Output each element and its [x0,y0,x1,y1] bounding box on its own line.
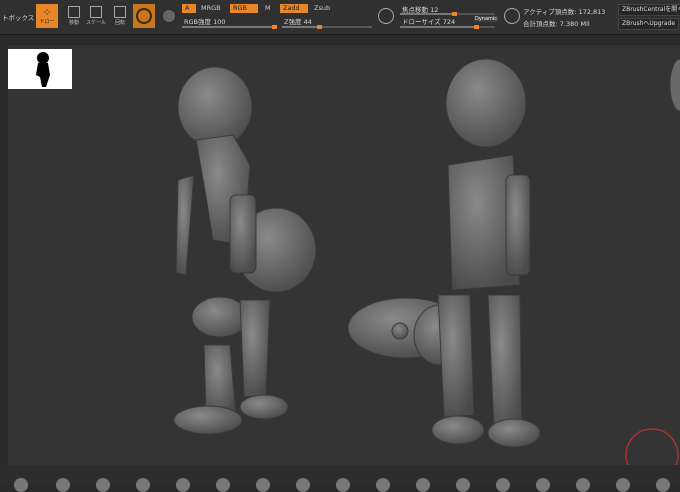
total-points: 合計頂点数: 7.380 Mil [523,20,590,28]
shelf-brush-icon[interactable] [416,478,430,492]
draw-button[interactable]: ⁘ ドロー [36,4,58,28]
shelf-brush-icon[interactable] [296,478,310,492]
shelf-brush-icon[interactable] [256,478,270,492]
zbrushcentral-button[interactable]: ZBrushCentralを開く [618,4,680,16]
stroke-button[interactable] [160,4,178,28]
rotate-button[interactable]: 回転 [110,4,130,28]
shelf-brush-icon[interactable] [56,478,70,492]
rgb-intensity-label: RGB強度 100 [184,18,226,26]
zsub-toggle[interactable]: Zsub [311,4,333,13]
draw-icon: ⁘ [42,5,52,19]
shelf-brush-icon[interactable] [96,478,110,492]
navigator-thumbnail[interactable] [8,49,72,89]
focal-icon[interactable] [378,8,394,24]
sculpt-figure-edge [669,58,680,112]
move-button[interactable]: 移動 [64,4,84,28]
rgb-toggle[interactable]: RGB [230,4,258,13]
shelf-brush-icon[interactable] [616,478,630,492]
a-toggle[interactable]: A [182,4,196,13]
z-intensity-label: Z強度 44 [284,18,312,26]
scale-icon [90,6,102,18]
sculpt-figure-right [347,58,541,448]
shelf-brush-icon[interactable] [456,478,470,492]
draw-size-label: ドローサイズ 724 [402,18,456,26]
move-icon [68,6,80,18]
rotate-icon [114,6,126,18]
shelf-brush-icon[interactable] [376,478,390,492]
mrgb-toggle[interactable]: MRGB [198,4,224,13]
draw-size-value: 724 [442,18,456,26]
viewport-canvas[interactable] [8,45,680,482]
shelf-brush-icon[interactable] [14,478,28,492]
m-toggle[interactable]: M [262,4,274,13]
active-points: アクティブ頂点数: 172,813 [523,8,606,16]
toolbox-label[interactable]: トボックス [2,12,34,22]
silhouette-icon [36,52,50,87]
z-intensity-value: 44 [303,18,312,26]
top-toolbar: トボックス ⁘ ドロー 移動 スケール 回転 A MRGB RGB M Zadd… [0,0,680,35]
zadd-toggle[interactable]: Zadd [280,4,308,13]
cursor-ring-icon [625,428,679,482]
rgb-intensity-value: 100 [213,18,226,26]
shelf-brush-icon[interactable] [496,478,510,492]
shelf-brush-icon[interactable] [536,478,550,492]
upgrade-button[interactable]: ZBrushへUpgrade [618,18,680,30]
shelf-brush-icon[interactable] [216,478,230,492]
focal-shift-slider[interactable] [400,12,495,16]
z-intensity-slider[interactable] [282,25,372,29]
d-icon[interactable] [504,8,520,24]
stroke-icon [163,10,175,22]
shelf-brush-icon[interactable] [136,478,150,492]
shelf-brush-icon[interactable] [176,478,190,492]
rgb-intensity-slider[interactable] [182,25,277,29]
sculpt-figure-left [173,66,317,435]
shelf-brush-icon[interactable] [576,478,590,492]
sculpt-figures [173,58,680,482]
scale-button[interactable]: スケール [86,4,106,28]
brush-button[interactable] [133,4,155,28]
dynamic-toggle[interactable]: Dynamic [474,16,499,22]
draw-size-slider[interactable] [400,25,495,29]
shelf-brush-icon[interactable] [336,478,350,492]
brush-icon [136,8,152,24]
shelf-brush-icon[interactable] [656,478,670,492]
